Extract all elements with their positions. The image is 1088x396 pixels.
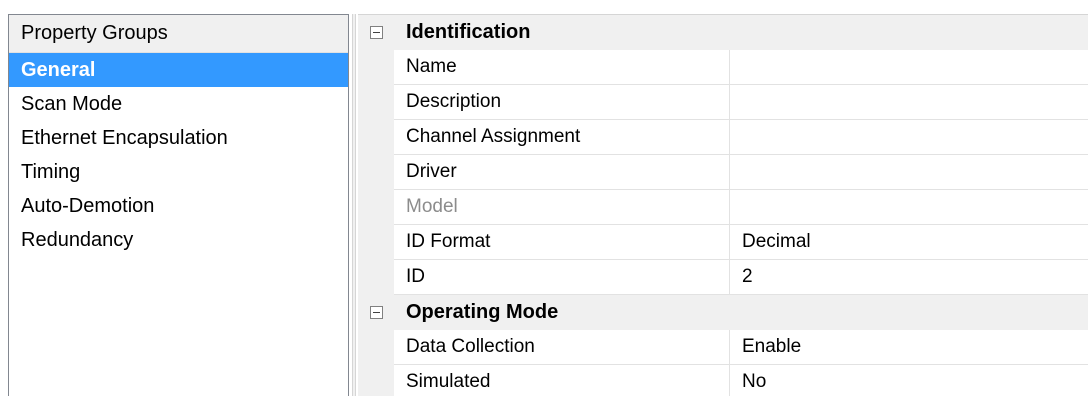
property-grid: Identification Name Description Channel … [358, 14, 1088, 396]
property-value[interactable]: 2 [730, 260, 1088, 295]
property-value[interactable] [730, 155, 1088, 190]
property-row-simulated[interactable]: Simulated No [358, 365, 1088, 396]
property-row-driver[interactable]: Driver [358, 155, 1088, 190]
property-name[interactable]: Name [394, 50, 730, 85]
property-value[interactable] [730, 120, 1088, 155]
property-value[interactable]: Decimal [730, 225, 1088, 260]
property-row-model[interactable]: Model [358, 190, 1088, 225]
property-row-id-format[interactable]: ID Format Decimal [358, 225, 1088, 260]
property-name[interactable]: Data Collection [394, 330, 730, 365]
group-item-scan-mode[interactable]: Scan Mode [9, 87, 348, 121]
panel-splitter[interactable] [352, 14, 356, 396]
property-value[interactable] [730, 50, 1088, 85]
property-row-name[interactable]: Name [358, 50, 1088, 85]
collapse-toggle-icon[interactable] [358, 25, 394, 39]
collapse-toggle-icon[interactable] [358, 305, 394, 319]
property-name[interactable]: Simulated [394, 365, 730, 396]
property-row-data-collection[interactable]: Data Collection Enable [358, 330, 1088, 365]
property-row-id[interactable]: ID 2 [358, 260, 1088, 295]
property-value[interactable]: Enable [730, 330, 1088, 365]
property-value[interactable] [730, 190, 1088, 225]
group-item-timing[interactable]: Timing [9, 155, 348, 189]
group-item-ethernet-encapsulation[interactable]: Ethernet Encapsulation [9, 121, 348, 155]
property-name[interactable]: Driver [394, 155, 730, 190]
property-groups-header: Property Groups [9, 15, 348, 53]
property-value[interactable]: No [730, 365, 1088, 396]
property-groups-panel: Property Groups General Scan Mode Ethern… [8, 14, 349, 396]
category-identification: Identification [358, 15, 1088, 50]
property-value[interactable] [730, 85, 1088, 120]
category-title: Operating Mode [406, 300, 559, 323]
property-name[interactable]: Model [394, 190, 730, 225]
property-name[interactable]: ID [394, 260, 730, 295]
property-name[interactable]: Channel Assignment [394, 120, 730, 155]
group-item-redundancy[interactable]: Redundancy [9, 223, 348, 257]
category-operating-mode: Operating Mode [358, 295, 1088, 330]
property-name[interactable]: Description [394, 85, 730, 120]
property-row-channel-assignment[interactable]: Channel Assignment [358, 120, 1088, 155]
category-title: Identification [406, 20, 531, 43]
property-name[interactable]: ID Format [394, 225, 730, 260]
group-item-general[interactable]: General [9, 53, 348, 87]
property-row-description[interactable]: Description [358, 85, 1088, 120]
group-item-auto-demotion[interactable]: Auto-Demotion [9, 189, 348, 223]
property-groups-list: General Scan Mode Ethernet Encapsulation… [9, 53, 348, 257]
